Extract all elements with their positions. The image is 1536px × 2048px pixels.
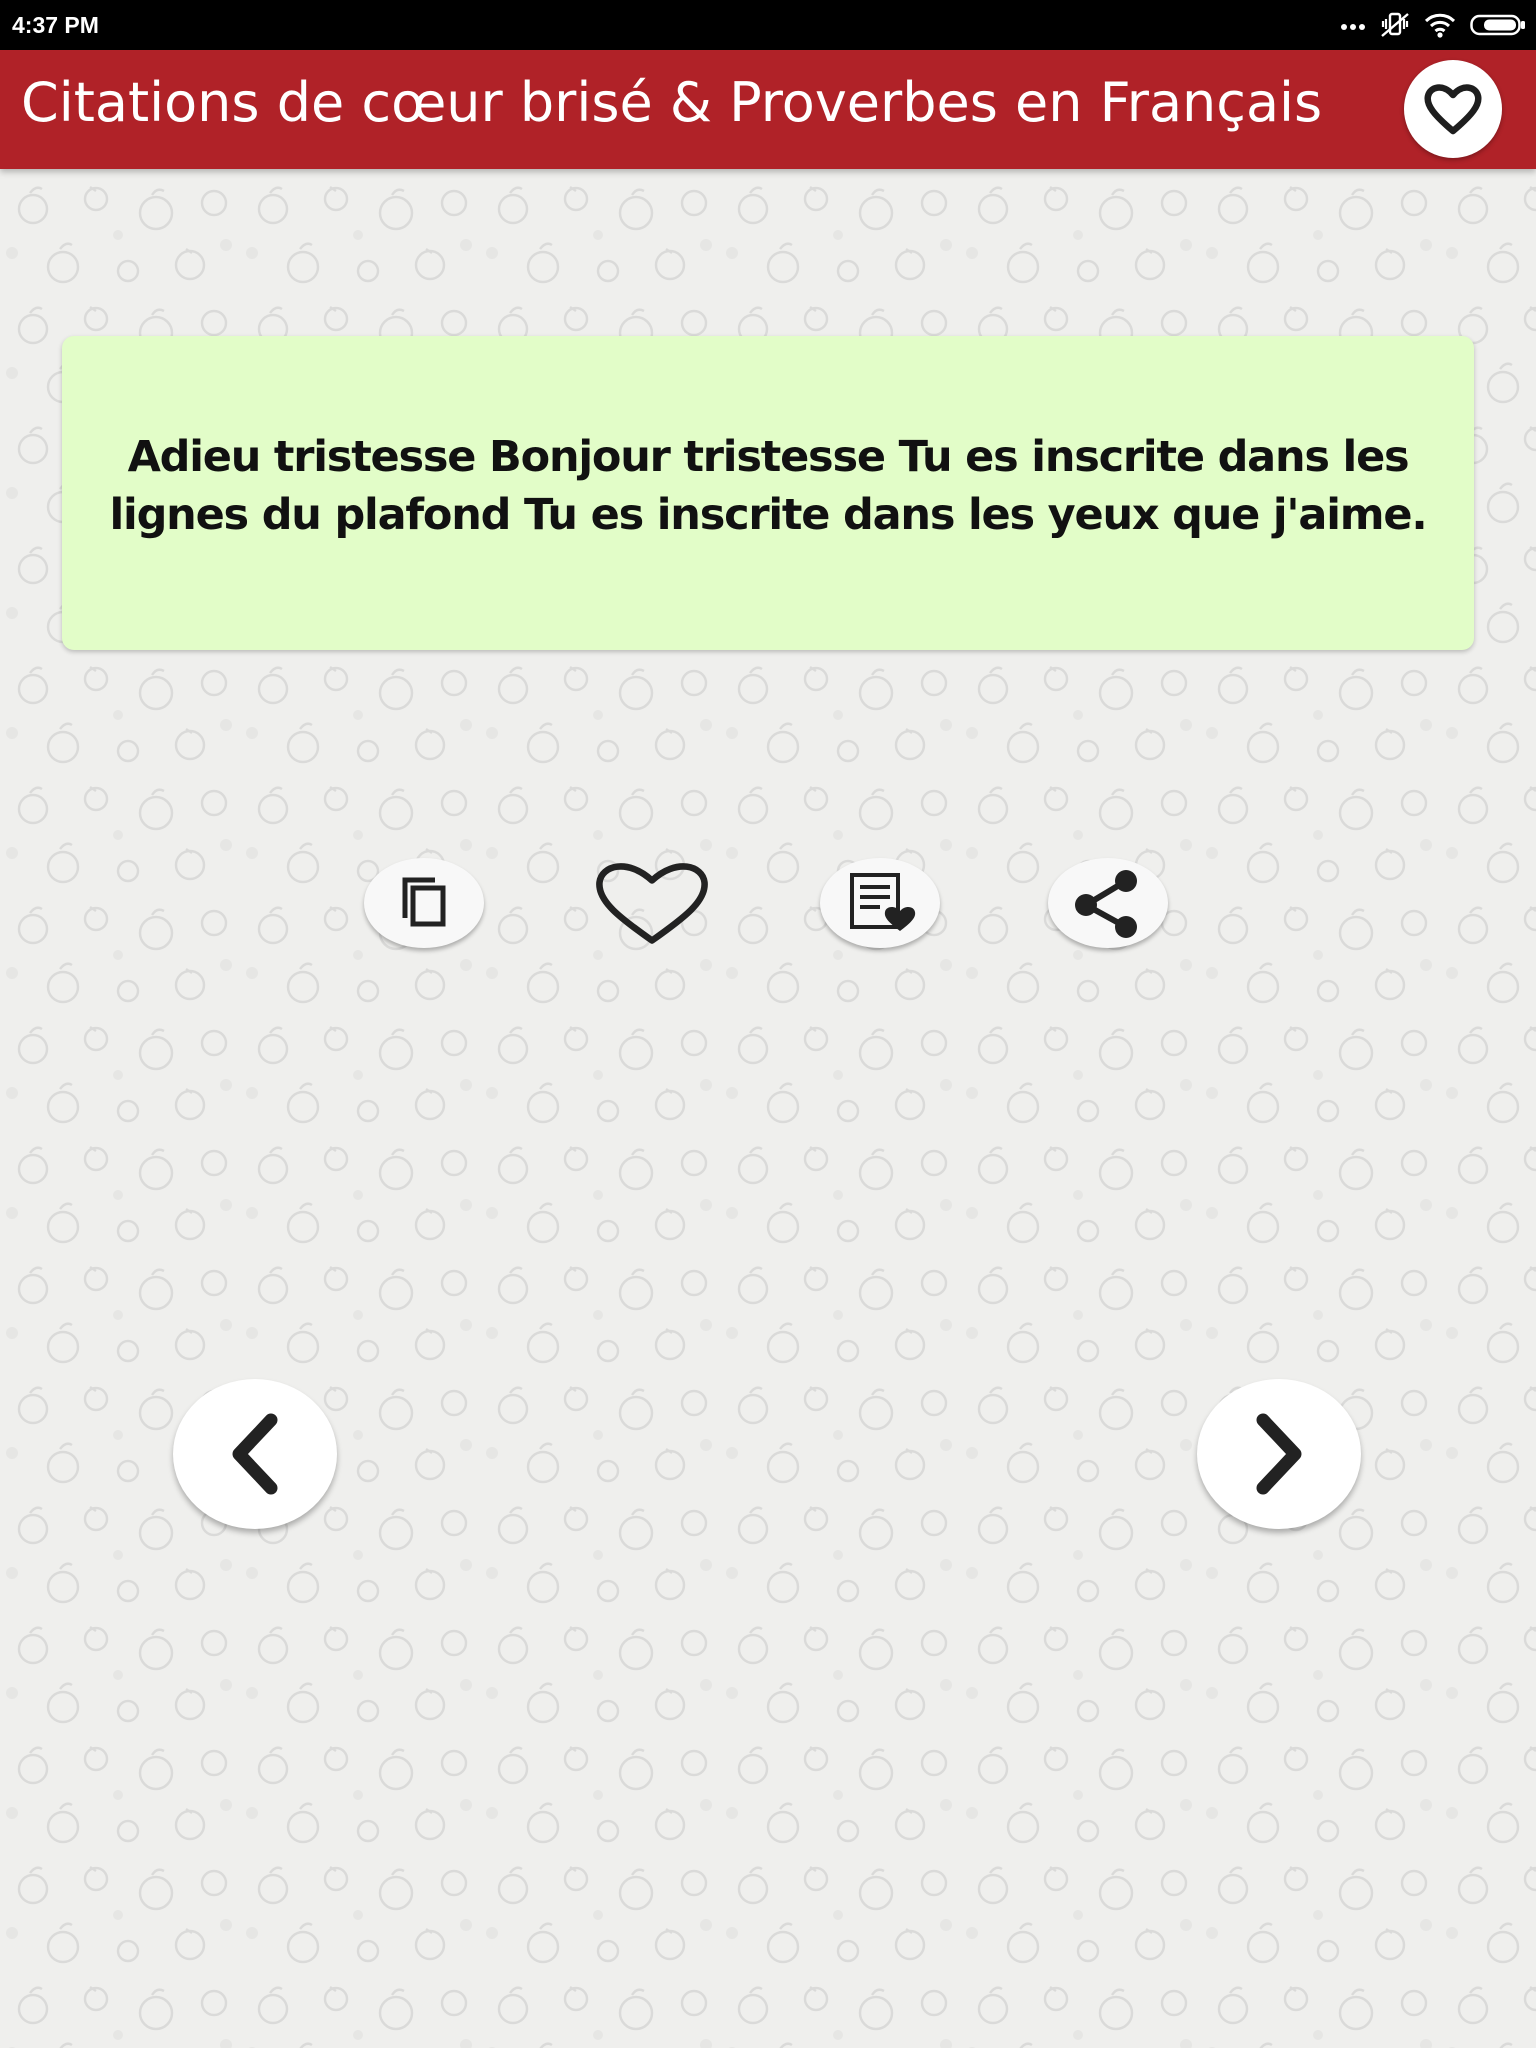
status-time: 4:37 PM — [12, 12, 99, 38]
more-dots-icon — [1341, 24, 1365, 30]
chevron-right-icon — [1256, 1413, 1302, 1495]
heart-outline-icon — [1424, 84, 1482, 135]
battery-icon — [1470, 14, 1525, 36]
status-bar: 4:37 PM — [0, 0, 1536, 50]
status-icons — [1340, 8, 1526, 42]
share-icon — [1075, 870, 1137, 938]
quote-text: Adieu tristesse Bonjour tristesse Tu es … — [109, 432, 1428, 540]
chevron-left-icon — [232, 1413, 278, 1495]
copy-button[interactable] — [364, 858, 484, 948]
add-note-favorite-button[interactable] — [820, 858, 940, 948]
previous-quote-button[interactable] — [173, 1379, 337, 1529]
note-heart-icon — [850, 873, 916, 931]
favorites-button[interactable] — [1404, 60, 1502, 158]
next-quote-button[interactable] — [1197, 1379, 1361, 1529]
favorite-quote-button[interactable] — [592, 858, 712, 948]
app-bar: Citations de cœur brisé & Proverbes en F… — [0, 50, 1536, 169]
heart-outline-icon — [596, 863, 708, 944]
wifi-icon — [1424, 13, 1456, 38]
app-title: Citations de cœur brisé & Proverbes en F… — [21, 71, 1323, 134]
vibrate-icon — [1381, 12, 1409, 37]
copy-icon — [402, 877, 446, 927]
share-button[interactable] — [1048, 858, 1168, 948]
quote-card: Adieu tristesse Bonjour tristesse Tu es … — [62, 336, 1474, 650]
